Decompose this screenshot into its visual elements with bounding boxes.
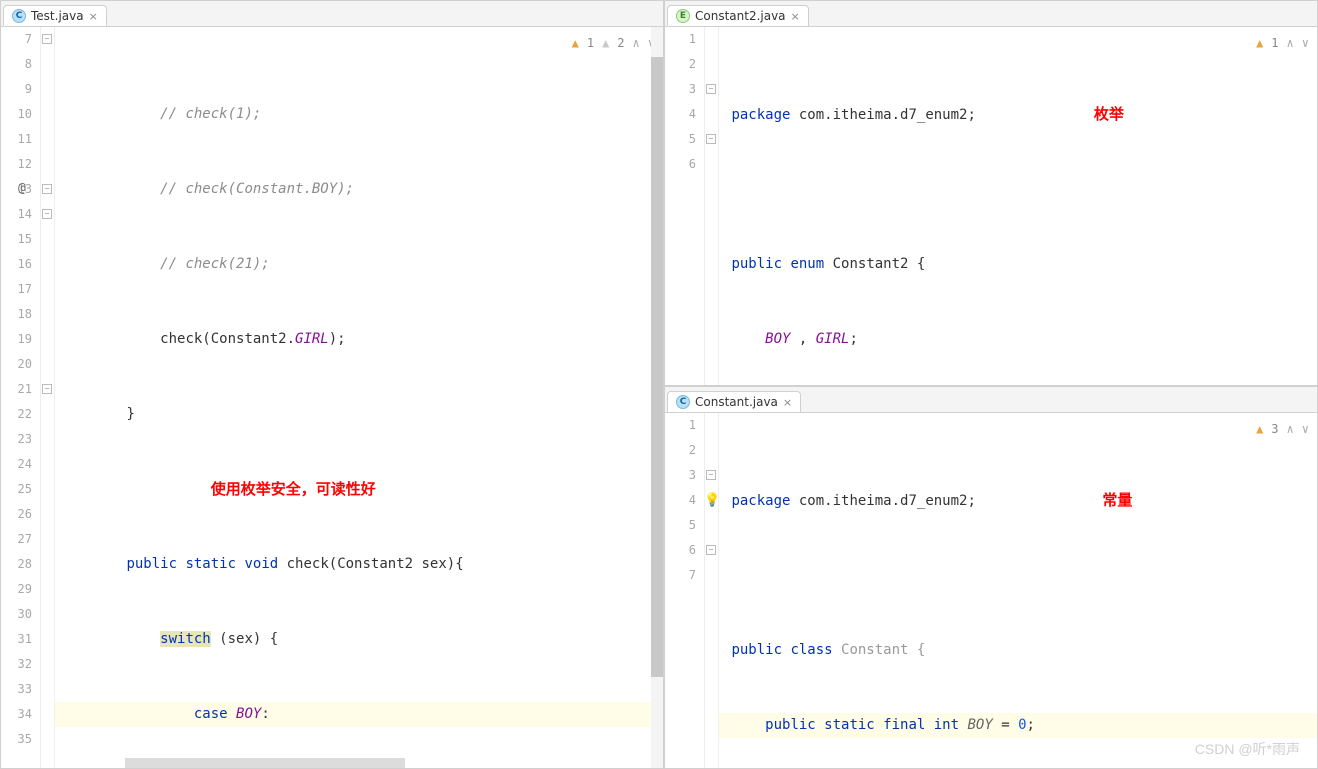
fold-icon[interactable]: − (706, 545, 716, 555)
code-editor[interactable]: 7891011121314151617181920212223242526272… (1, 27, 663, 768)
code-editor[interactable]: 123456 − − ▲1 ∧ ∨ package com.itheima.d7… (665, 27, 1317, 385)
code-area[interactable]: ▲1 ▲2 ∧ ∨ // check(1); // check(Constant… (55, 27, 663, 768)
scrollbar-v[interactable] (651, 27, 663, 768)
java-class-icon: C (676, 395, 690, 409)
warning-icon: ▲ (572, 31, 579, 56)
chevron-down-icon[interactable]: ∨ (1302, 417, 1309, 442)
editor-pane-left: C Test.java × 78910111213141516171819202… (0, 0, 664, 769)
line-gutter: 123456 (665, 27, 705, 385)
fold-icon[interactable]: − (42, 209, 52, 219)
close-icon[interactable]: × (783, 396, 792, 409)
close-icon[interactable]: × (791, 10, 800, 23)
fold-column: − − 💡 (705, 413, 719, 768)
fold-icon[interactable]: − (42, 184, 52, 194)
scrollbar-thumb[interactable] (651, 57, 663, 677)
annotation-text: 使用枚举安全，可读性好 (211, 481, 376, 498)
java-enum-icon: E (676, 9, 690, 23)
fold-icon[interactable]: − (706, 470, 716, 480)
tab-bar: C Constant.java × (665, 387, 1317, 413)
line-gutter: 1234567 (665, 413, 705, 768)
warning-icon: ▲ (1256, 31, 1263, 56)
fold-icon[interactable]: − (706, 134, 716, 144)
inspection-summary[interactable]: ▲1 ▲2 ∧ ∨ (572, 31, 655, 56)
tab-constant-java[interactable]: C Constant.java × (667, 391, 801, 412)
code-area[interactable]: ▲3 ∧ ∨ package com.itheima.d7_enum2; 常量 … (719, 413, 1317, 768)
editor-pane-right-top: E Constant2.java × 123456 − − ▲1 ∧ ∨ pac… (664, 0, 1318, 386)
tab-test-java[interactable]: C Test.java × (3, 5, 107, 26)
tab-bar: E Constant2.java × (665, 1, 1317, 27)
tab-bar: C Test.java × (1, 1, 663, 27)
weak-warning-icon: ▲ (602, 31, 609, 56)
close-icon[interactable]: × (89, 10, 98, 23)
tab-label: Test.java (31, 9, 84, 23)
chevron-up-icon[interactable]: ∧ (1287, 31, 1294, 56)
line-gutter: 7891011121314151617181920212223242526272… (1, 27, 41, 768)
fold-icon[interactable]: − (42, 34, 52, 44)
tab-constant2-java[interactable]: E Constant2.java × (667, 5, 809, 26)
java-class-icon: C (12, 9, 26, 23)
chevron-up-icon[interactable]: ∧ (633, 31, 640, 56)
tab-label: Constant2.java (695, 9, 786, 23)
scrollbar-h[interactable] (125, 758, 405, 768)
inspection-summary[interactable]: ▲1 ∧ ∨ (1256, 31, 1309, 56)
intention-bulb-icon[interactable]: 💡 (704, 493, 720, 508)
fold-column: − − − − @ (41, 27, 55, 768)
annotation-text: 枚举 (1094, 106, 1124, 123)
code-area[interactable]: ▲1 ∧ ∨ package com.itheima.d7_enum2; 枚举 … (719, 27, 1317, 385)
inspection-summary[interactable]: ▲3 ∧ ∨ (1256, 417, 1309, 442)
editor-pane-right-bottom: C Constant.java × 1234567 − − 💡 ▲3 ∧ ∨ p… (664, 386, 1318, 769)
tab-label: Constant.java (695, 395, 778, 409)
annotation-text: 常量 (1102, 492, 1132, 509)
code-editor[interactable]: 1234567 − − 💡 ▲3 ∧ ∨ package com.itheima… (665, 413, 1317, 768)
fold-icon[interactable]: − (42, 384, 52, 394)
override-icon: @ (18, 181, 26, 196)
fold-icon[interactable]: − (706, 84, 716, 94)
chevron-down-icon[interactable]: ∨ (1302, 31, 1309, 56)
fold-column: − − (705, 27, 719, 385)
warning-icon: ▲ (1256, 417, 1263, 442)
chevron-up-icon[interactable]: ∧ (1287, 417, 1294, 442)
